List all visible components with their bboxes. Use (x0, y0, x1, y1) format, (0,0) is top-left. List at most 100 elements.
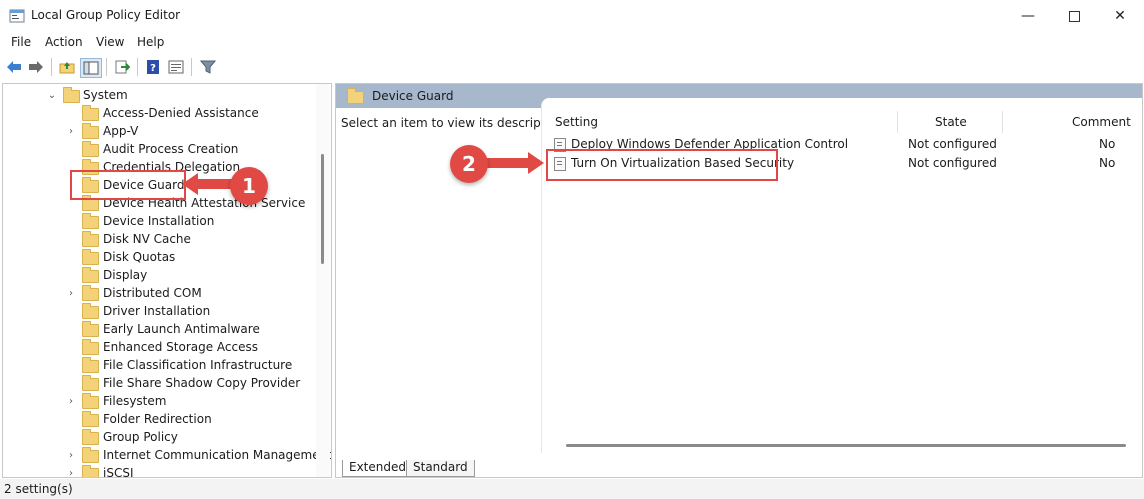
folder-icon (82, 411, 99, 427)
maximize-icon (1068, 10, 1080, 22)
folder-icon (82, 213, 99, 229)
tree-item[interactable]: Driver Installation (3, 302, 315, 320)
tree-item-label: Folder Redirection (103, 412, 212, 426)
tree-item-label: Enhanced Storage Access (103, 340, 259, 354)
details-pane: Device Guard Select an item to view its … (335, 83, 1143, 478)
maximize-button[interactable] (1051, 0, 1097, 32)
export-list-button[interactable] (112, 58, 132, 76)
chevron-right-icon[interactable]: › (66, 396, 76, 407)
tree-item[interactable]: Device Installation (3, 212, 315, 230)
tree-item-label: Device Installation (103, 214, 215, 228)
folder-icon (82, 105, 99, 121)
chevron-right-icon[interactable]: › (66, 468, 76, 478)
svg-text:?: ? (150, 63, 156, 74)
chevron-right-icon[interactable]: › (66, 450, 76, 461)
filter-button[interactable] (198, 58, 218, 76)
tab-standard[interactable]: Standard (406, 460, 475, 477)
setting-state: Not configured (908, 156, 997, 170)
menu-file[interactable]: File (11, 35, 31, 49)
show-hide-tree-button[interactable] (80, 58, 102, 78)
minimize-button[interactable]: — (1005, 0, 1051, 32)
tree-item[interactable]: › iSCSI (3, 464, 315, 478)
tree-item-label: File Classification Infrastructure (103, 358, 293, 372)
description-text: Select an item to view its description. (341, 116, 568, 130)
tree-item-label: Internet Communication Management (103, 448, 332, 462)
folder-icon (82, 429, 99, 445)
tree-item-label: iSCSI (103, 466, 134, 478)
back-button[interactable] (4, 58, 24, 76)
column-header-setting[interactable]: Setting (555, 115, 598, 129)
menu-action[interactable]: Action (45, 35, 83, 49)
tree-item-label: Filesystem (103, 394, 167, 408)
folder-icon (82, 393, 99, 409)
tree-item-label: Access-Denied Assistance (103, 106, 259, 120)
window-title: Local Group Policy Editor (31, 8, 181, 22)
toolbar-separator (191, 58, 192, 76)
tree-item-label: Early Launch Antimalware (103, 322, 260, 336)
tree-scrollbar[interactable] (316, 84, 330, 477)
forward-button[interactable] (26, 58, 46, 76)
folder-icon (82, 123, 99, 139)
export-icon (115, 60, 130, 74)
tree-item-label: Driver Installation (103, 304, 211, 318)
tree-item[interactable]: Group Policy (3, 428, 315, 446)
folder-icon (82, 339, 99, 355)
toolbar-separator (137, 58, 138, 76)
chevron-down-icon[interactable]: ⌄ (47, 90, 57, 101)
tree-item[interactable]: › Internet Communication Management (3, 446, 331, 464)
tree-item-label: Audit Process Creation (103, 142, 239, 156)
folder-icon (82, 303, 99, 319)
column-header-state[interactable]: State (935, 115, 967, 129)
tree-item[interactable]: Disk NV Cache (3, 230, 315, 248)
tree-item[interactable]: File Classification Infrastructure (3, 356, 315, 374)
tree-item[interactable]: Folder Redirection (3, 410, 315, 428)
folder-icon (82, 321, 99, 337)
status-bar (0, 479, 1144, 499)
tree-item-label: App-V (103, 124, 139, 138)
folder-icon (82, 447, 99, 463)
chevron-right-icon[interactable]: › (66, 288, 76, 299)
column-divider[interactable] (897, 111, 898, 133)
tree-item[interactable]: Audit Process Creation (3, 140, 315, 158)
close-button[interactable]: ✕ (1097, 0, 1143, 32)
tree-item[interactable]: Access-Denied Assistance (3, 104, 315, 122)
column-divider[interactable] (1002, 111, 1003, 133)
annotation-badge-2: 2 (450, 145, 488, 183)
tree-item-label: Distributed COM (103, 286, 202, 300)
menu-view[interactable]: View (96, 35, 124, 49)
back-arrow-icon (7, 61, 21, 73)
tree-item-label: Disk NV Cache (103, 232, 191, 246)
tree-item[interactable]: File Share Shadow Copy Provider (3, 374, 315, 392)
menu-help[interactable]: Help (137, 35, 164, 49)
folder-icon (82, 267, 99, 283)
tree-item[interactable]: Early Launch Antimalware (3, 320, 315, 338)
toolbar-separator (106, 58, 107, 76)
tree-item[interactable]: › App-V (3, 122, 315, 140)
app-icon (9, 9, 25, 23)
highlight-box-virtualization (546, 149, 778, 181)
tree-scrollbar-thumb[interactable] (321, 154, 324, 264)
chevron-right-icon[interactable]: › (66, 126, 76, 137)
column-header-comment[interactable]: Comment (1072, 115, 1131, 129)
folder-icon (82, 465, 99, 477)
tree-item[interactable]: › Filesystem (3, 392, 315, 410)
properties-button[interactable] (166, 58, 186, 76)
properties-icon (168, 60, 184, 74)
folder-icon (347, 88, 364, 104)
up-folder-button[interactable] (57, 58, 77, 76)
tree-item[interactable]: Enhanced Storage Access (3, 338, 315, 356)
tree-item-label: System (83, 88, 128, 102)
tree-item[interactable]: › Distributed COM (3, 284, 315, 302)
tree-item[interactable]: Disk Quotas (3, 248, 315, 266)
help-icon: ? (147, 60, 159, 74)
list-horizontal-scrollbar[interactable] (566, 444, 1126, 447)
tree-item-system[interactable]: ⌄ System (3, 86, 315, 104)
setting-comment: No (1099, 156, 1116, 170)
folder-icon (63, 87, 80, 103)
folder-icon (82, 231, 99, 247)
tab-extended[interactable]: Extended (342, 460, 413, 477)
filter-icon (200, 60, 216, 74)
folder-up-icon (59, 62, 75, 74)
tree-item[interactable]: Display (3, 266, 315, 284)
help-button[interactable]: ? (143, 58, 163, 76)
